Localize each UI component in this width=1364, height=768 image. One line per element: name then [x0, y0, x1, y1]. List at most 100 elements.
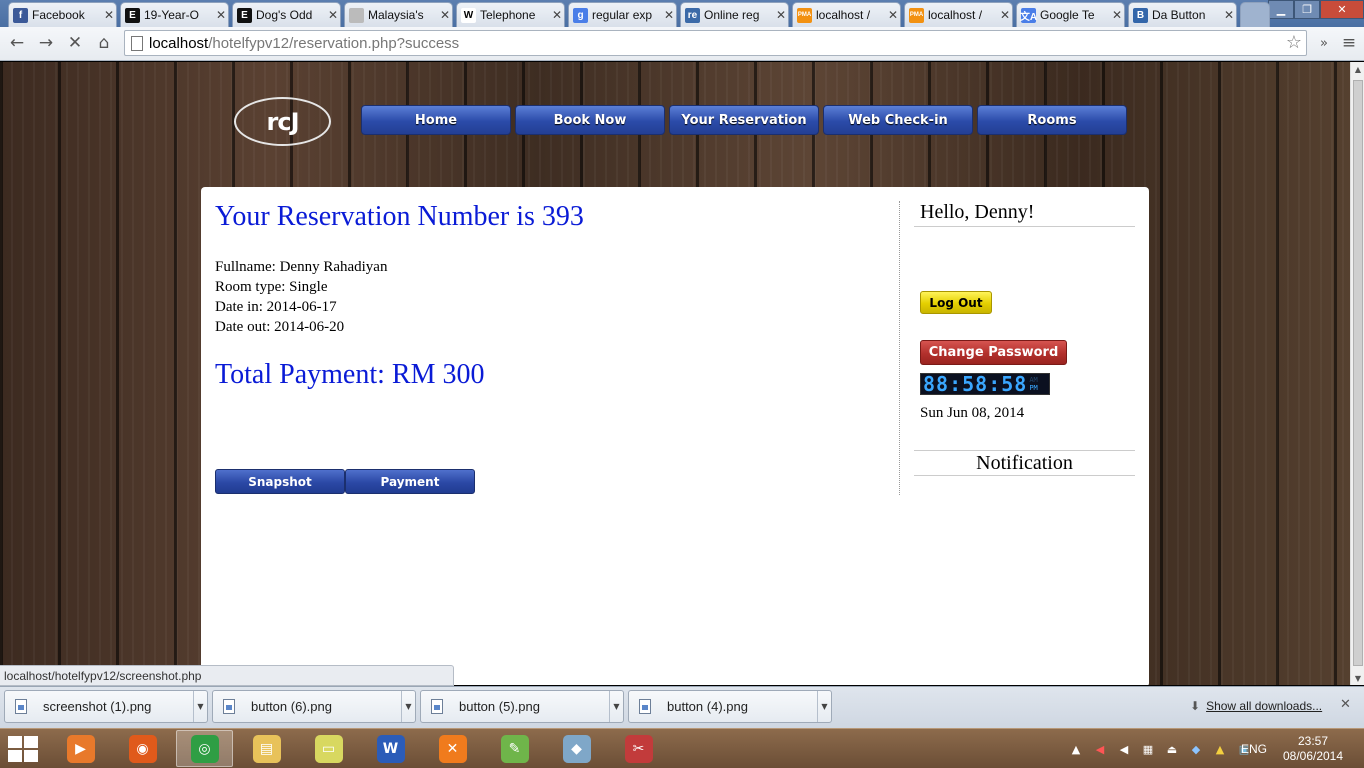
nav-rooms[interactable]: Rooms: [977, 105, 1127, 135]
browser-tab[interactable]: f Facebook ✕: [8, 2, 117, 27]
forward-icon[interactable]: →: [35, 32, 57, 54]
close-tab-icon[interactable]: ✕: [550, 8, 564, 22]
browser-tab[interactable]: W Telephone ✕: [456, 2, 565, 27]
taskbar-app[interactable]: ▶: [52, 730, 109, 767]
home-icon[interactable]: ⌂: [93, 32, 115, 54]
taskbar-app[interactable]: ▤: [238, 730, 295, 767]
close-window-button[interactable]: ✕: [1320, 0, 1364, 19]
vertical-scrollbar[interactable]: ▲ ▼: [1350, 62, 1364, 685]
windows-start-icon[interactable]: [6, 733, 40, 765]
dropbox-icon[interactable]: ◆: [1188, 741, 1204, 757]
snapshot-button[interactable]: Snapshot: [215, 469, 345, 494]
file-explorer-icon: ▤: [252, 734, 281, 763]
new-tab-button[interactable]: [1240, 2, 1270, 27]
url-path: /hotelfypv12/reservation.php?success: [208, 34, 460, 52]
change-password-button[interactable]: Change Password: [920, 340, 1067, 365]
taskbar-app[interactable]: ◉: [114, 730, 171, 767]
extensions-chevron-icon[interactable]: »: [1313, 32, 1335, 54]
loading-icon: [349, 7, 364, 23]
tab-title: localhost /: [928, 8, 983, 22]
scrollbar-thumb[interactable]: [1353, 80, 1363, 666]
scroll-up-icon[interactable]: ▲: [1351, 62, 1364, 76]
url-host: localhost: [149, 34, 209, 52]
taskbar-app[interactable]: W: [362, 730, 419, 767]
app-window-icon: ◆: [562, 734, 591, 763]
close-tab-icon[interactable]: ✕: [1222, 8, 1236, 22]
minimize-button[interactable]: ▁: [1268, 0, 1294, 19]
close-tab-icon[interactable]: ✕: [438, 8, 452, 22]
network-icon[interactable]: ▦: [1140, 741, 1156, 757]
downloads-shelf: screenshot (1).png ▼ button (6).png ▼ bu…: [0, 686, 1364, 728]
browser-tab[interactable]: B Da Button ✕: [1128, 2, 1237, 27]
close-tab-icon[interactable]: ✕: [774, 8, 788, 22]
nav-home[interactable]: Home: [361, 105, 511, 135]
payment-button[interactable]: Payment: [345, 469, 475, 494]
content-panel: Your Reservation Number is 393 Fullname:…: [201, 187, 1149, 685]
browser-tab[interactable]: PMA localhost / ✕: [792, 2, 901, 27]
taskbar-date: 08/06/2014: [1282, 749, 1344, 763]
stop-icon[interactable]: ✕: [64, 32, 86, 54]
download-item[interactable]: button (5).png ▼: [420, 690, 624, 723]
show-hidden-icons-icon[interactable]: ▲: [1068, 741, 1084, 757]
nav-book-now[interactable]: Book Now: [515, 105, 665, 135]
taskbar-app[interactable]: ▭: [300, 730, 357, 767]
browser-tab[interactable]: re Online reg ✕: [680, 2, 789, 27]
page-icon: [131, 36, 143, 51]
download-item[interactable]: button (6).png ▼: [212, 690, 416, 723]
browser-toolbar: ← → ✕ ⌂ localhost/hotelfypv12/reservatio…: [0, 27, 1364, 61]
site-logo[interactable]: rcJ: [234, 97, 331, 146]
chevron-down-icon[interactable]: ▼: [609, 691, 623, 722]
taskbar-app[interactable]: ✂: [610, 730, 667, 767]
download-item[interactable]: screenshot (1).png ▼: [4, 690, 208, 723]
nav-your-reservation[interactable]: Your Reservation: [669, 105, 819, 135]
taskbar: ▲ ◀ ◀ ▦ ⏏ ◆ ▲ ▣ ENG 23:57 08/06/2014 ▶ ◉ ◎…: [0, 728, 1364, 768]
scroll-down-icon[interactable]: ▼: [1351, 671, 1364, 685]
nav-web-check-in[interactable]: Web Check-in: [823, 105, 973, 135]
close-tab-icon[interactable]: ✕: [326, 8, 340, 22]
restore-button[interactable]: ❐: [1294, 0, 1320, 19]
download-filename: screenshot (1).png: [43, 699, 152, 714]
google-drive-icon[interactable]: ▲: [1212, 741, 1228, 757]
close-tab-icon[interactable]: ✕: [1110, 8, 1124, 22]
download-filename: button (5).png: [459, 699, 540, 714]
show-all-label: Show all downloads...: [1206, 699, 1323, 713]
bookmark-star-icon[interactable]: ☆: [1286, 32, 1302, 53]
speaker-muted-icon[interactable]: ◀: [1092, 741, 1108, 757]
browser-tab[interactable]: 文A Google Te ✕: [1016, 2, 1125, 27]
taskbar-app[interactable]: ✎: [486, 730, 543, 767]
phpmyadmin-icon: PMA: [909, 7, 924, 23]
browser-tab[interactable]: PMA localhost / ✕: [904, 2, 1013, 27]
close-tab-icon[interactable]: ✕: [662, 8, 676, 22]
browser-tab[interactable]: E Dog's Odd ✕: [232, 2, 341, 27]
close-tab-icon[interactable]: ✕: [214, 8, 228, 22]
close-tab-icon[interactable]: ✕: [886, 8, 900, 22]
volume-icon[interactable]: ◀: [1116, 741, 1132, 757]
close-tab-icon[interactable]: ✕: [998, 8, 1012, 22]
download-item[interactable]: button (4).png ▼: [628, 690, 832, 723]
taskbar-app[interactable]: ◆: [548, 730, 605, 767]
address-bar[interactable]: localhost/hotelfypv12/reservation.php?su…: [124, 30, 1307, 56]
language-indicator[interactable]: ENG: [1241, 742, 1267, 756]
taskbar-app[interactable]: ✕: [424, 730, 481, 767]
taskbar-clock[interactable]: 23:57 08/06/2014: [1282, 734, 1344, 764]
browser-tab[interactable]: Malaysia's ✕: [344, 2, 453, 27]
clock-pm: PM: [1029, 384, 1038, 392]
close-shelf-icon[interactable]: ✕: [1340, 697, 1351, 712]
browser-tab[interactable]: g regular exp ✕: [568, 2, 677, 27]
total-payment: Total Payment: RM 300: [215, 359, 485, 390]
taskbar-app[interactable]: ◎: [176, 730, 233, 767]
sticky-notes-icon: ▭: [314, 734, 343, 763]
show-all-downloads-link[interactable]: ⬇ Show all downloads...: [1190, 699, 1322, 713]
usb-device-icon[interactable]: ⏏: [1164, 741, 1180, 757]
e-site-icon: E: [125, 7, 140, 23]
chevron-down-icon[interactable]: ▼: [193, 691, 207, 722]
date-in-line: Date in: 2014-06-17: [215, 299, 337, 315]
logout-button[interactable]: Log Out: [920, 291, 992, 314]
chevron-down-icon[interactable]: ▼: [817, 691, 831, 722]
tab-title: 19-Year-O: [144, 8, 199, 22]
back-icon[interactable]: ←: [6, 32, 28, 54]
chevron-down-icon[interactable]: ▼: [401, 691, 415, 722]
close-tab-icon[interactable]: ✕: [102, 8, 116, 22]
browser-tab[interactable]: E 19-Year-O ✕: [120, 2, 229, 27]
menu-icon[interactable]: ≡: [1338, 32, 1360, 54]
